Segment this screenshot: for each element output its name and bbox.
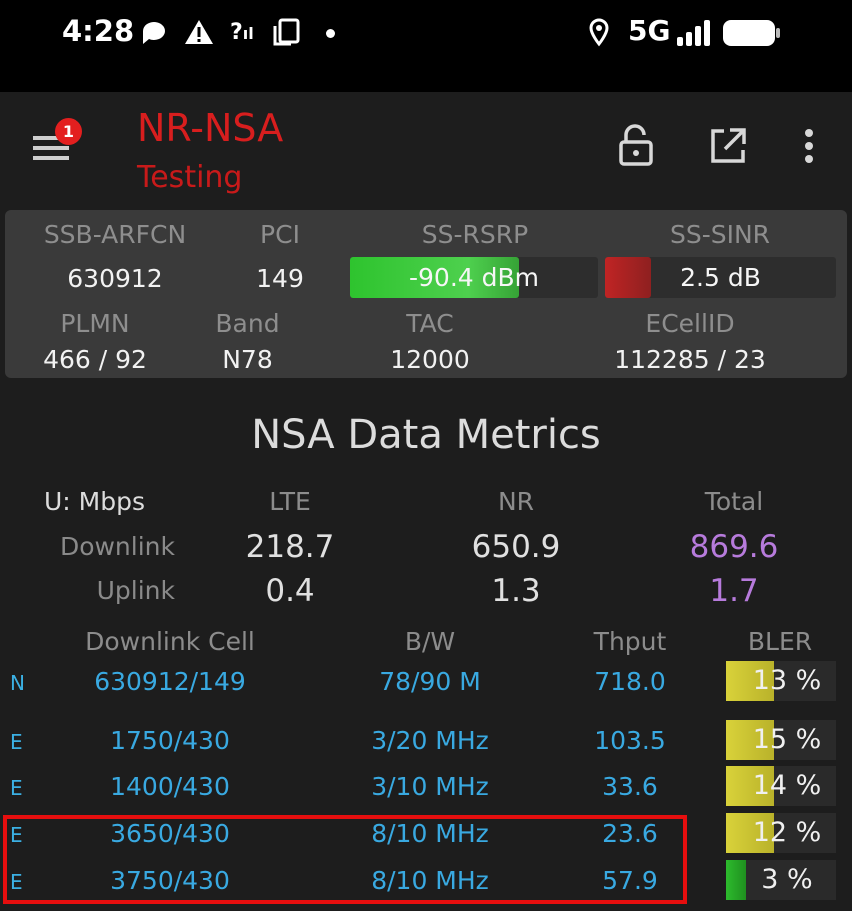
open-external-icon[interactable] <box>708 126 748 166</box>
downlink-nr: 650.9 <box>471 529 561 565</box>
uplink-lte: 0.4 <box>265 573 315 609</box>
status-time: 4:28 <box>62 14 135 48</box>
label-tac: TAC <box>406 309 454 338</box>
signal-bars-icon <box>677 20 710 46</box>
network-type: 5G <box>628 14 671 47</box>
unit-label: U: Mbps <box>44 487 146 516</box>
cell-bler: 12 % <box>752 817 822 848</box>
uplink-nr: 1.3 <box>491 573 541 609</box>
cell-id: 630912/149 <box>94 667 246 696</box>
col-lte: LTE <box>269 487 311 516</box>
warning-icon <box>185 20 213 44</box>
label-band: Band <box>215 309 280 338</box>
location-icon <box>589 18 609 47</box>
chat-icon <box>142 21 165 44</box>
uplink-total: 1.7 <box>709 573 759 609</box>
cell-bw: 78/90 M <box>379 667 481 696</box>
value-ssb-arfcn: 630912 <box>67 264 163 293</box>
cell-bler: 3 % <box>761 864 813 895</box>
downlink-total: 869.6 <box>689 529 779 565</box>
cell-type: N <box>10 671 25 695</box>
label-pci: PCI <box>260 220 300 249</box>
value-band: N78 <box>222 345 273 374</box>
value-pci: 149 <box>256 264 304 293</box>
page-title: NR-NSA <box>137 106 284 150</box>
cell-thput: 103.5 <box>594 726 666 755</box>
signal-unknown-icon: ?ıl <box>230 20 254 45</box>
col-nr: NR <box>497 487 535 516</box>
cell-thput: 718.0 <box>594 667 666 696</box>
col-total: Total <box>704 487 764 516</box>
cell-id: 1400/430 <box>110 772 230 801</box>
cell-bler: 15 % <box>752 724 822 755</box>
value-tac: 12000 <box>390 345 470 374</box>
screenshot-icon <box>273 18 300 46</box>
value-ecellid: 112285 / 23 <box>614 345 766 374</box>
cell-bw: 3/20 MHz <box>371 726 489 755</box>
row-label-uplink: Uplink <box>96 576 175 605</box>
label-ss-sinr: SS-SINR <box>669 220 771 249</box>
cell-id: 1750/430 <box>110 726 230 755</box>
unlock-icon[interactable] <box>618 124 654 166</box>
dot-icon <box>326 29 335 38</box>
battery-icon <box>723 20 780 46</box>
value-ss-rsrp: -90.4 dBm <box>408 263 539 292</box>
row-label-downlink: Downlink <box>59 532 175 561</box>
header-bw: B/W <box>404 627 456 656</box>
rsrp-bar: -90.4 dBm <box>350 257 598 298</box>
label-ss-rsrp: SS-RSRP <box>421 220 529 249</box>
cell-bler: 14 % <box>752 770 822 801</box>
value-plmn: 466 / 92 <box>43 345 147 374</box>
header-bler: BLER <box>747 627 813 656</box>
cell-type: E <box>10 730 23 754</box>
highlight-box <box>3 815 687 904</box>
more-options-icon[interactable] <box>802 128 816 166</box>
cell-bw: 3/10 MHz <box>371 772 489 801</box>
sinr-bar: 2.5 dB <box>605 257 836 298</box>
label-plmn: PLMN <box>60 309 130 338</box>
header-downlink-cell: Downlink Cell <box>85 627 255 656</box>
metrics-heading: NSA Data Metrics <box>251 412 601 458</box>
downlink-lte: 218.7 <box>245 529 335 565</box>
label-ssb-arfcn: SSB-ARFCN <box>43 220 187 249</box>
value-ss-sinr: 2.5 dB <box>680 263 761 292</box>
label-ecellid: ECellID <box>645 309 735 338</box>
notification-badge: 1 <box>55 118 82 145</box>
page-subtitle: Testing <box>137 160 243 195</box>
header-thput: Thput <box>593 627 667 656</box>
cell-type: E <box>10 776 23 800</box>
cell-bler: 13 % <box>752 665 822 696</box>
cell-thput: 33.6 <box>602 772 658 801</box>
